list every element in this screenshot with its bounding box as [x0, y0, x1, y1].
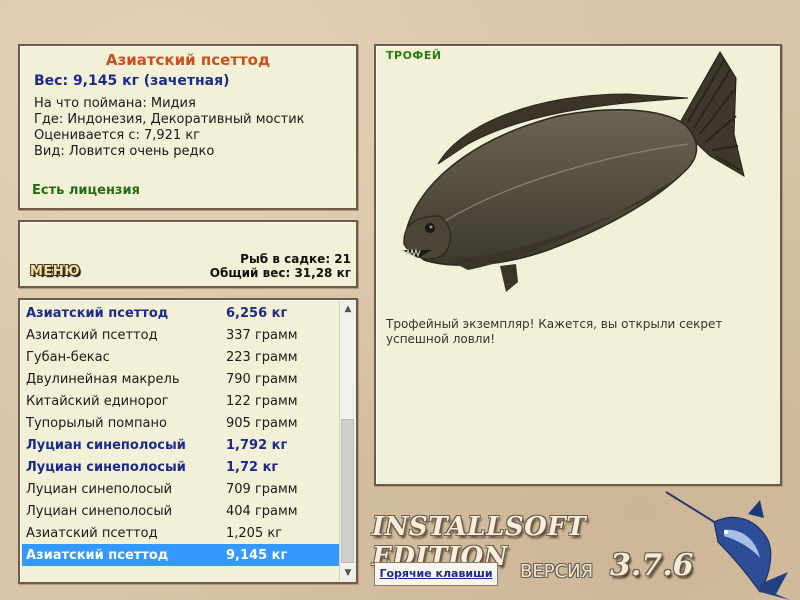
- scroll-up-icon[interactable]: ▲: [340, 301, 356, 317]
- valuation-info: Оценивается с: 7,921 кг: [34, 128, 201, 143]
- fish-weight: Вес: 9,145 кг (зачетная): [34, 73, 230, 89]
- list-item[interactable]: Луциан синеполосый 1,792 кг: [22, 434, 340, 456]
- catch-list[interactable]: Азиатский псеттод 6,256 кг Азиатский псетт…: [22, 302, 340, 566]
- catch-info-panel: Азиатский псеттод Вес: 9,145 кг (зачетна…: [18, 44, 358, 210]
- list-scrollbar[interactable]: ▲ ▼: [339, 301, 355, 581]
- list-item-name: Губан-бекас: [26, 350, 110, 365]
- list-item-name: Азиатский псеттод: [26, 306, 169, 321]
- list-item-name: Луциан синеполосый: [26, 460, 186, 475]
- list-item-weight: 6,256 кг: [226, 306, 288, 321]
- list-item-name: Тупорылый помпано: [26, 416, 167, 431]
- scrollbar-thumb[interactable]: [341, 419, 354, 563]
- trophy-panel: ТРОФЕЙ Трофейный экземпляр! Кажется, вы …: [374, 44, 782, 486]
- list-item-weight: 122 грамм: [226, 394, 298, 409]
- list-item[interactable]: Луциан синеполосый 709 грамм: [22, 478, 340, 500]
- fish-title: Азиатский псеттод: [105, 51, 271, 69]
- list-item-weight: 9,145 кг: [226, 548, 288, 563]
- bait-info: На что поймана: Мидия: [34, 96, 196, 111]
- list-item-name: Луциан синеполосый: [26, 482, 173, 497]
- list-item[interactable]: Азиатский псеттод 6,256 кг: [22, 302, 340, 324]
- menu-button[interactable]: МЕНЮ: [30, 264, 80, 279]
- list-item[interactable]: Губан-бекас 223 грамм: [22, 346, 340, 368]
- list-item-weight: 905 грамм: [226, 416, 298, 431]
- list-item-weight: 790 грамм: [226, 372, 298, 387]
- fish-photo: [402, 51, 745, 292]
- list-item[interactable]: Азиатский псеттод 1,205 кг: [22, 522, 340, 544]
- list-item-name: Азиатский псеттод: [26, 526, 158, 541]
- trophy-message: Трофейный экземпляр! Кажется, вы открыли…: [386, 317, 723, 346]
- list-item-name: Луциан синеполосый: [26, 504, 173, 519]
- license-status: Есть лицензия: [32, 183, 140, 198]
- menu-panel: МЕНЮ Рыб в садке: 21 Общий вес: 31,28 кг: [18, 220, 358, 288]
- list-item-name: Китайский единорог: [26, 394, 169, 409]
- list-item-weight: 709 грамм: [226, 482, 298, 497]
- list-item-weight: 337 грамм: [226, 328, 298, 343]
- catch-list-panel: Азиатский псеттод 6,256 кг Азиатский псетт…: [18, 298, 358, 584]
- hotkeys-button[interactable]: Горячие клавиши: [374, 562, 498, 586]
- list-item-weight: 1,72 кг: [226, 460, 279, 475]
- list-item-weight: 1,792 кг: [226, 438, 288, 453]
- list-item[interactable]: Двулинейная макрель 790 грамм: [22, 368, 340, 390]
- list-item-weight: 1,205 кг: [226, 526, 283, 541]
- location-info: Где: Индонезия, Декоративный мостик: [34, 112, 305, 127]
- list-item-name: Азиатский псеттод: [26, 548, 169, 563]
- list-item[interactable]: Тупорылый помпано 905 грамм: [22, 412, 340, 434]
- scroll-down-icon[interactable]: ▼: [340, 565, 356, 581]
- list-item[interactable]: Луциан синеполосый 1,72 кг: [22, 456, 340, 478]
- list-item-weight: 404 грамм: [226, 504, 298, 519]
- marlin-logo-icon: [665, 491, 790, 600]
- list-item-name: Азиатский псеттод: [26, 328, 158, 343]
- list-item[interactable]: Луциан синеполосый 404 грамм: [22, 500, 340, 522]
- list-item[interactable]: Китайский единорог 122 грамм: [22, 390, 340, 412]
- list-item-weight: 223 грамм: [226, 350, 298, 365]
- list-item-name: Двулинейная макрель: [26, 372, 180, 387]
- total-weight: Общий вес: 31,28 кг: [209, 266, 351, 280]
- list-item-name: Луциан синеполосый: [26, 438, 186, 453]
- keepnet-count: Рыб в садке: 21: [240, 252, 351, 266]
- list-item[interactable]: Азиатский псеттод 9,145 кг: [22, 544, 340, 566]
- list-item[interactable]: Азиатский псеттод 337 грамм: [22, 324, 340, 346]
- version-label: ВЕРСИЯ: [520, 561, 594, 582]
- rarity-info: Вид: Ловится очень редко: [34, 144, 215, 159]
